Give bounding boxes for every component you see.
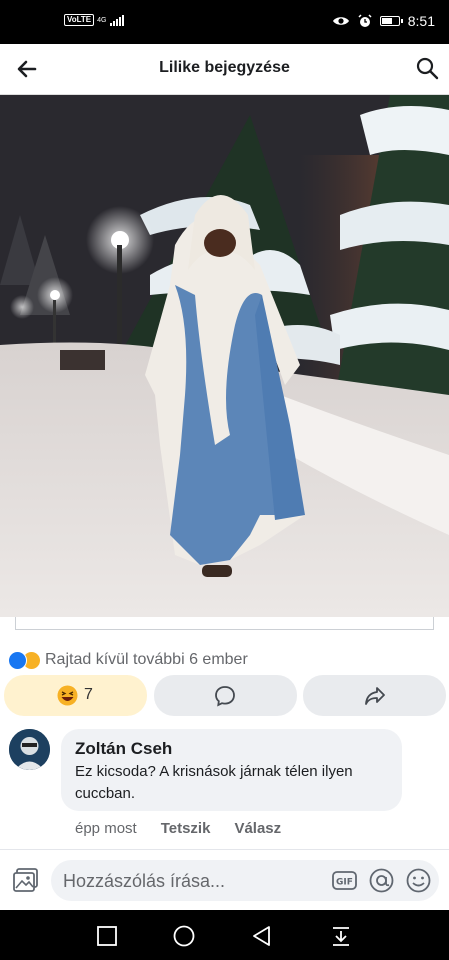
comment-author[interactable]: Zoltán Cseh [75, 739, 172, 759]
emoji-icon[interactable] [405, 867, 432, 894]
clock: 8:51 [407, 13, 435, 29]
comment-reply-button[interactable]: Válasz [234, 820, 281, 837]
home-circle-icon[interactable] [172, 924, 196, 948]
comment-input[interactable]: Hozzászólás írása... GIF [51, 860, 439, 901]
signal-group: VoLTE 4G [64, 14, 124, 26]
share-arrow-icon [365, 687, 385, 705]
avatar[interactable] [9, 729, 50, 770]
share-button[interactable] [303, 675, 446, 716]
app-header: Lilike bejegyzése [0, 44, 449, 95]
status-icons: 8:51 [332, 13, 435, 29]
system-nav-bar [0, 910, 449, 960]
comment-button[interactable] [154, 675, 297, 716]
mention-icon[interactable] [368, 867, 395, 894]
haha-emoji-icon [57, 685, 78, 706]
back-triangle-icon[interactable] [250, 924, 274, 948]
recents-square-icon[interactable] [95, 924, 119, 948]
comment-text: Ez kicsoda? A krisnások járnak télen ily… [75, 763, 353, 802]
signal-icon [109, 14, 124, 26]
post-link-frame [15, 617, 434, 630]
status-bar: VoLTE 4G 8:51 [0, 0, 449, 44]
post-actions: 7 [4, 675, 446, 716]
comment-input-placeholder: Hozzászólás írása... [63, 871, 226, 891]
alarm-icon [358, 14, 372, 27]
page-title: Lilike bejegyzése [159, 59, 290, 76]
comment-time: épp most [75, 820, 137, 837]
like-reaction-icon [8, 650, 27, 670]
comment-bubble: Zoltán Cseh Ez kicsoda? A krisnások járn… [61, 729, 402, 811]
svg-text:GIF: GIF [336, 878, 353, 888]
network-type: 4G [97, 16, 107, 24]
reaction-count: 7 [84, 686, 93, 703]
comment-composer: Hozzászólás írása... GIF [0, 850, 449, 910]
search-icon[interactable] [415, 56, 439, 80]
post-photo[interactable] [0, 95, 449, 617]
volte-badge: VoLTE [64, 14, 95, 26]
notification-drawer-icon[interactable] [329, 924, 353, 948]
reaction-icons [8, 650, 41, 670]
reactions-summary[interactable]: Rajtad kívül további 6 ember [8, 650, 248, 670]
comment-meta: épp most Tetszik Válasz [75, 820, 281, 837]
battery-icon [379, 16, 403, 26]
photo-icon[interactable] [12, 867, 40, 893]
reaction-button[interactable]: 7 [4, 675, 147, 716]
reactions-text: Rajtad kívül további 6 ember [45, 651, 248, 668]
comment-bubble-icon [215, 686, 235, 707]
comment-like-button[interactable]: Tetszik [161, 820, 211, 837]
gif-icon[interactable]: GIF [331, 867, 358, 894]
eye-icon [332, 17, 349, 25]
